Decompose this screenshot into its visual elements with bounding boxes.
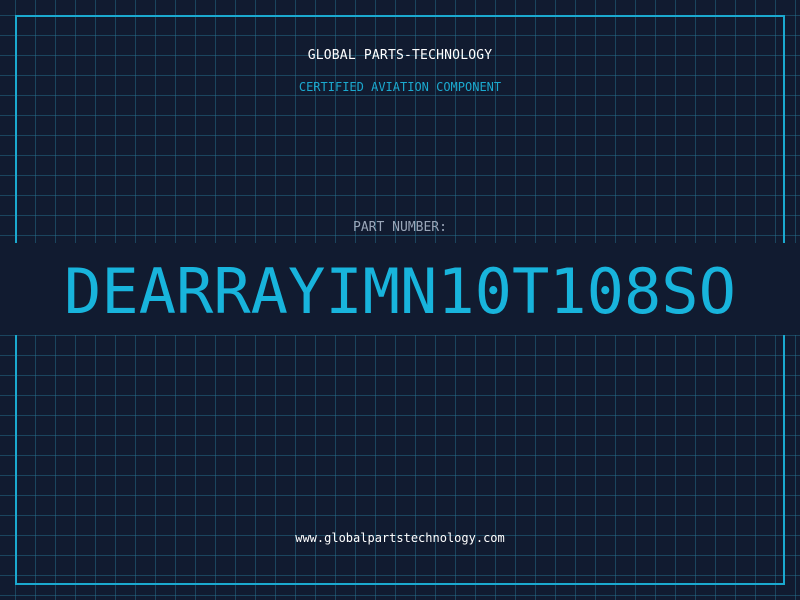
- brand-title: GLOBAL PARTS-TECHNOLOGY: [307, 48, 493, 63]
- footer-website-url[interactable]: www.globalpartstechnology.com: [0, 531, 800, 545]
- part-card-canvas: GLOBAL PARTS-TECHNOLOGY CERTIFIED AVIATI…: [0, 0, 800, 600]
- part-number-value: DEARRAYIMN10T108SO: [64, 255, 736, 328]
- certification-subtitle: CERTIFIED AVIATION COMPONENT: [298, 80, 502, 94]
- part-number-label: PART NUMBER:: [353, 220, 447, 235]
